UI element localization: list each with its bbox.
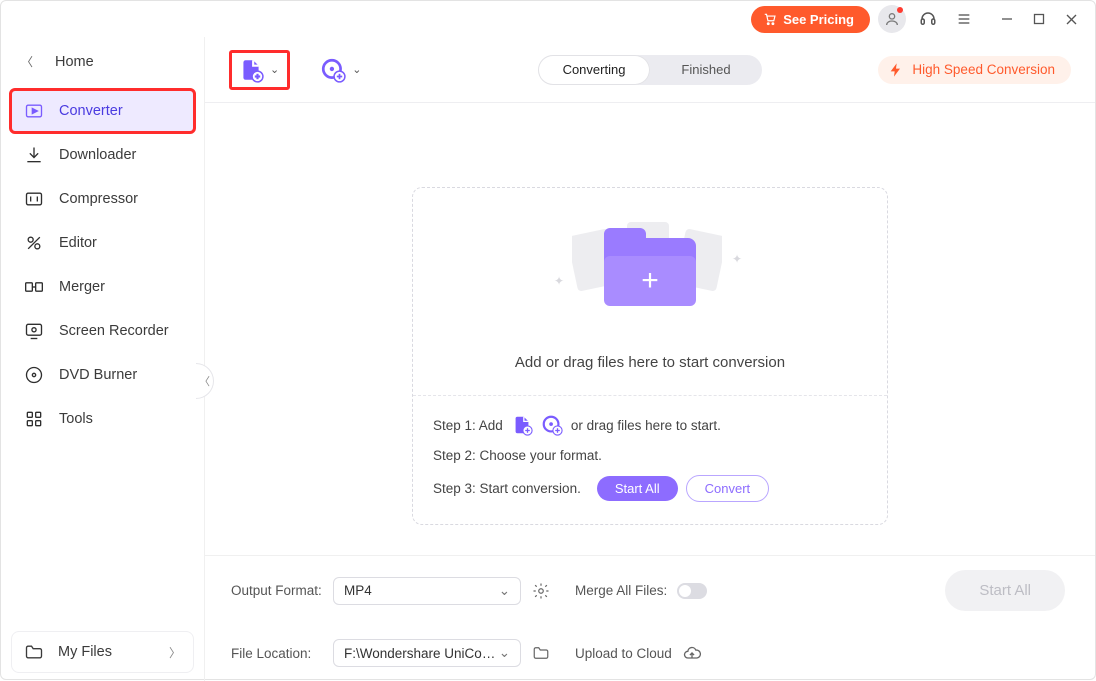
support-icon[interactable] (914, 5, 942, 33)
sidebar-item-label: Tools (59, 411, 93, 427)
sidebar-item-label: Downloader (59, 147, 136, 163)
conversion-tabs: Converting Finished (538, 55, 762, 85)
sidebar-item-converter[interactable]: Converter (11, 90, 194, 132)
main-panel: ⌄ ⌄ Converting Finished High Speed Conve… (205, 37, 1095, 681)
home-nav[interactable]: 〈 Home (11, 45, 194, 78)
chevron-down-icon: ⌄ (352, 63, 361, 76)
high-speed-label: High Speed Conversion (912, 62, 1055, 77)
drop-zone-top: ✦ ✦ + Add or drag files here to start co… (413, 188, 887, 395)
converter-icon (23, 100, 45, 122)
menu-icon[interactable] (950, 5, 978, 33)
sidebar-item-label: Screen Recorder (59, 323, 169, 339)
close-button[interactable] (1059, 7, 1083, 31)
account-icon[interactable] (878, 5, 906, 33)
sidebar-item-editor[interactable]: Editor (11, 222, 194, 264)
sidebar-item-downloader[interactable]: Downloader (11, 134, 194, 176)
sidebar-item-label: DVD Burner (59, 367, 137, 383)
add-file-button[interactable]: ⌄ (229, 50, 290, 90)
start-all-button[interactable]: Start All (945, 570, 1065, 611)
my-files-label: My Files (58, 644, 112, 660)
cloud-icon[interactable] (682, 643, 702, 663)
add-disc-button[interactable]: ⌄ (314, 53, 367, 87)
file-location-select[interactable]: F:\Wondershare UniConverter 1 ⌄ (333, 639, 521, 667)
dvd-burner-icon (23, 364, 45, 386)
chevron-right-icon: 〉 (169, 644, 181, 661)
sidebar-item-screen-recorder[interactable]: Screen Recorder (11, 310, 194, 352)
minimize-button[interactable] (995, 7, 1019, 31)
plus-icon: + (641, 264, 659, 298)
sidebar-item-label: Converter (59, 103, 123, 119)
add-file-icon (511, 414, 533, 436)
sidebar-item-merger[interactable]: Merger (11, 266, 194, 308)
upload-cloud-field: Upload to Cloud (575, 643, 702, 663)
see-pricing-label: See Pricing (783, 12, 854, 27)
cart-icon (763, 12, 777, 26)
bolt-icon (888, 62, 904, 78)
add-disc-icon (541, 414, 563, 436)
open-folder-icon[interactable] (531, 643, 551, 663)
step-1: Step 1: Add or drag files here to start. (433, 414, 867, 436)
output-format-label: Output Format: (231, 583, 323, 598)
chevron-down-icon: ⌄ (499, 645, 510, 661)
chevron-down-icon: ⌄ (270, 63, 279, 76)
drop-zone-text: Add or drag files here to start conversi… (515, 354, 785, 371)
convert-pill[interactable]: Convert (686, 475, 770, 502)
merge-toggle[interactable] (677, 583, 707, 599)
upload-cloud-label: Upload to Cloud (575, 646, 672, 661)
step-1-prefix: Step 1: Add (433, 418, 503, 433)
footer: Output Format: MP4 ⌄ Merge All Files: St… (205, 555, 1095, 681)
merge-field: Merge All Files: (575, 583, 707, 599)
tab-finished[interactable]: Finished (650, 55, 762, 85)
sidebar-item-compressor[interactable]: Compressor (11, 178, 194, 220)
add-file-icon (238, 57, 264, 83)
folder-icon (24, 642, 44, 662)
screen-recorder-icon (23, 320, 45, 342)
file-location-value: F:\Wondershare UniConverter 1 (344, 646, 499, 661)
downloader-icon (23, 144, 45, 166)
drop-zone[interactable]: ✦ ✦ + Add or drag files here to start co… (412, 187, 888, 525)
editor-icon (23, 232, 45, 254)
add-disc-icon (320, 57, 346, 83)
see-pricing-button[interactable]: See Pricing (751, 6, 870, 33)
file-location-label: File Location: (231, 646, 323, 661)
start-all-pill[interactable]: Start All (597, 476, 678, 501)
sidebar-item-tools[interactable]: Tools (11, 398, 194, 440)
chevron-down-icon: ⌄ (499, 583, 510, 599)
output-format-select[interactable]: MP4 ⌄ (333, 577, 521, 605)
maximize-button[interactable] (1027, 7, 1051, 31)
step-1-suffix: or drag files here to start. (571, 418, 721, 433)
sidebar-item-label: Merger (59, 279, 105, 295)
sidebar-item-label: Editor (59, 235, 97, 251)
chevron-left-icon: 〈 (21, 53, 33, 70)
output-format-value: MP4 (344, 583, 372, 598)
step-3-text: Step 3: Start conversion. (433, 481, 581, 496)
my-files-button[interactable]: My Files 〉 (11, 631, 194, 673)
compressor-icon (23, 188, 45, 210)
sidebar-item-dvd-burner[interactable]: DVD Burner (11, 354, 194, 396)
tools-icon (23, 408, 45, 430)
content-area: ✦ ✦ + Add or drag files here to start co… (205, 103, 1095, 555)
folder-illustration: ✦ ✦ + (560, 212, 740, 332)
file-location-field: File Location: F:\Wondershare UniConvert… (231, 639, 551, 667)
steps-panel: Step 1: Add or drag files here to start.… (413, 395, 887, 524)
step-2: Step 2: Choose your format. (433, 448, 867, 463)
home-label: Home (55, 54, 94, 70)
titlebar: See Pricing (1, 1, 1095, 37)
settings-gear-icon[interactable] (531, 581, 551, 601)
merger-icon (23, 276, 45, 298)
sidebar-item-label: Compressor (59, 191, 138, 207)
high-speed-conversion-button[interactable]: High Speed Conversion (878, 56, 1071, 84)
merge-label: Merge All Files: (575, 583, 667, 598)
sidebar: 〈 Home Converter Downloader Compressor E… (1, 37, 205, 681)
toolbar: ⌄ ⌄ Converting Finished High Speed Conve… (205, 37, 1095, 103)
tab-converting[interactable]: Converting (538, 55, 650, 85)
step-3: Step 3: Start conversion. Start All Conv… (433, 475, 867, 502)
output-format-field: Output Format: MP4 ⌄ (231, 577, 551, 605)
